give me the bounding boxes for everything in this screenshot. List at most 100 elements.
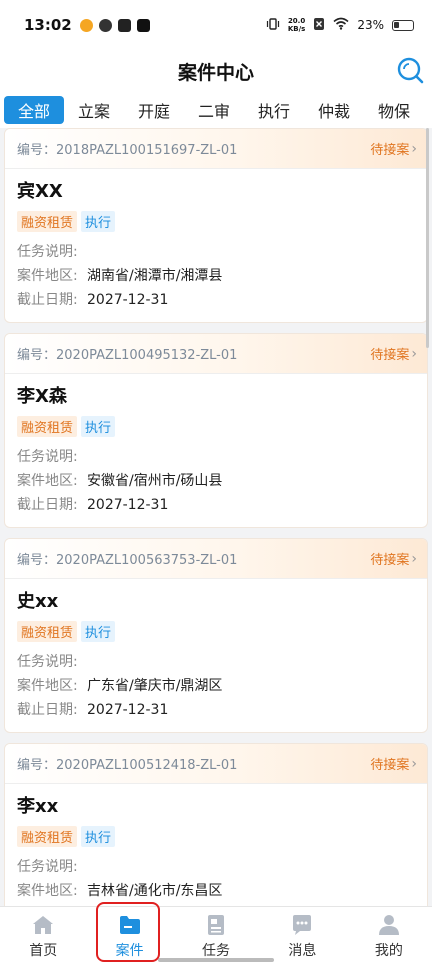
region-value: 湖南省/湘潭市/湘潭县 [87, 268, 223, 284]
status-app-icons [79, 18, 150, 32]
task-row: 任务说明: [17, 650, 415, 674]
tab-filing[interactable]: 立案 [64, 96, 124, 124]
nav-home[interactable]: 首页 [0, 907, 86, 964]
case-tags: 融资租赁 执行 [17, 621, 415, 642]
list-scrollbar[interactable] [426, 128, 429, 348]
case-status: 待接案 [370, 143, 410, 158]
region-label: 案件地区: [17, 678, 78, 694]
case-status-link[interactable]: 待接案 › [370, 139, 417, 159]
status-bar: 13:02 20.0 KB/s 23% [0, 0, 432, 50]
case-type-tag: 融资租赁 [17, 211, 78, 232]
tab-second-instance[interactable]: 二审 [184, 96, 244, 124]
tab-property-guarantee[interactable]: 物保 [364, 96, 424, 124]
weibo-icon [79, 18, 93, 32]
case-list[interactable]: 编号：2018PAZL100151697-ZL-01 待接案 › 宾XX 融资租… [0, 128, 432, 906]
deadline-value: 2027-12-31 [87, 292, 169, 308]
case-card-body: 宾XX 融资租赁 执行 任务说明: 案件地区: 湖南省/湘潭市/湘潭县 截止日期:… [5, 169, 427, 322]
case-status: 待接案 [370, 553, 410, 568]
deadline-value: 2027-12-31 [87, 497, 169, 513]
net-speed: 20.0 KB/s [288, 17, 305, 33]
nav-messages-label: 消息 [288, 943, 317, 959]
tab-execution[interactable]: 执行 [244, 96, 304, 124]
task-icon [208, 915, 225, 935]
case-card-header: 编号：2020PAZL100563753-ZL-01 待接案 › [5, 539, 427, 579]
home-indicator[interactable] [158, 958, 274, 962]
task-row: 任务说明: [17, 855, 415, 879]
case-card-body: 李X森 融资租赁 执行 任务说明: 案件地区: 安徽省/宿州市/砀山县 截止日期:… [5, 374, 427, 527]
case-tags: 融资租赁 执行 [17, 211, 415, 232]
bottom-nav: 首页 案件 任务 消息 我的 [0, 906, 432, 964]
region-value: 广东省/肇庆市/鼎湖区 [87, 678, 223, 694]
case-card[interactable]: 编号：2020PAZL100495132-ZL-01 待接案 › 李X森 融资租… [4, 333, 428, 528]
battery-icon [392, 19, 414, 31]
region-row: 案件地区: 广东省/肇庆市/鼎湖区 [17, 674, 415, 698]
case-status-link[interactable]: 待接案 › [370, 754, 417, 774]
case-stage-tag: 执行 [81, 826, 116, 847]
nav-profile[interactable]: 我的 [346, 907, 432, 964]
case-name: 宾XX [17, 181, 63, 202]
link-app-icon [98, 18, 112, 32]
nav-tasks[interactable]: 任务 [173, 907, 259, 964]
deadline-row: 截止日期: 2027-12-31 [17, 288, 415, 312]
tab-all[interactable]: 全部 [4, 96, 64, 124]
deadline-label: 截止日期: [17, 497, 78, 513]
chevron-right-icon: › [411, 755, 417, 772]
deadline-row: 截止日期: 2027-12-31 [17, 493, 415, 517]
case-status-link[interactable]: 待接案 › [370, 344, 417, 364]
deadline-label: 截止日期: [17, 702, 78, 718]
nav-profile-label: 我的 [374, 943, 403, 959]
case-card[interactable]: 编号：2020PAZL100563753-ZL-01 待接案 › 史xx 融资租… [4, 538, 428, 733]
mail-app-icon [117, 18, 131, 32]
case-tags: 融资租赁 执行 [17, 826, 415, 847]
case-card[interactable]: 编号：2020PAZL100512418-ZL-01 待接案 › 李xx 融资租… [4, 743, 428, 906]
case-type-tag: 融资租赁 [17, 826, 78, 847]
home-icon [33, 916, 54, 934]
case-number: 编号：2020PAZL100563753-ZL-01 [17, 553, 238, 568]
wifi-icon [333, 17, 349, 33]
nav-home-label: 首页 [29, 943, 58, 959]
case-card-body: 史xx 融资租赁 执行 任务说明: 案件地区: 广东省/肇庆市/鼎湖区 截止日期:… [5, 579, 427, 732]
case-card-header: 编号：2018PAZL100151697-ZL-01 待接案 › [5, 129, 427, 169]
case-type-tag: 融资租赁 [17, 621, 78, 642]
net-speed-unit: KB/s [287, 25, 306, 33]
case-card-body: 李xx 融资租赁 执行 任务说明: 案件地区:吉林省/通化市/东昌区 截止日期:… [5, 784, 427, 906]
chevron-right-icon: › [411, 550, 417, 567]
nav-messages[interactable]: 消息 [259, 907, 345, 964]
case-card-header: 编号：2020PAZL100495132-ZL-01 待接案 › [5, 334, 427, 374]
folder-icon [119, 916, 140, 934]
nav-cases[interactable]: 案件 [86, 907, 172, 964]
case-name: 李xx [17, 796, 59, 817]
chevron-right-icon: › [411, 345, 417, 362]
case-tags: 融资租赁 执行 [17, 416, 415, 437]
sim-x-icon [313, 17, 325, 34]
region-label: 案件地区: [17, 883, 78, 899]
case-stage-tag: 执行 [81, 211, 116, 232]
battery-percent: 23% [357, 18, 384, 32]
page-title: 案件中心 [177, 61, 254, 84]
case-status: 待接案 [370, 348, 410, 363]
tab-arbitration[interactable]: 仲裁 [304, 96, 364, 124]
case-name: 李X森 [17, 386, 67, 407]
region-label: 案件地区: [17, 473, 78, 489]
task-row: 任务说明: [17, 445, 415, 469]
region-label: 案件地区: [17, 268, 78, 284]
task-label: 任务说明: [17, 654, 78, 670]
search-icon [397, 57, 424, 84]
case-stage-tag: 执行 [81, 416, 116, 437]
message-icon [293, 915, 312, 935]
case-type-tag: 融资租赁 [17, 416, 78, 437]
vibrate-icon [266, 17, 280, 34]
search-button[interactable] [396, 54, 426, 88]
nav-cases-label: 案件 [115, 943, 144, 959]
case-stage-tag: 执行 [81, 621, 116, 642]
case-number: 编号：2020PAZL100495132-ZL-01 [17, 348, 238, 363]
case-card[interactable]: 编号：2018PAZL100151697-ZL-01 待接案 › 宾XX 融资租… [4, 128, 428, 323]
case-card-header: 编号：2020PAZL100512418-ZL-01 待接案 › [5, 744, 427, 784]
case-status-link[interactable]: 待接案 › [370, 549, 417, 569]
filter-tabs: 全部 立案 开庭 二审 执行 仲裁 物保 [0, 92, 432, 128]
deadline-row: 截止日期: 2027-12-31 [17, 698, 415, 722]
region-value: 安徽省/宿州市/砀山县 [87, 473, 223, 489]
deadline-value: 2027-12-31 [87, 702, 169, 718]
tab-hearing[interactable]: 开庭 [124, 96, 184, 124]
case-number: 编号：2020PAZL100512418-ZL-01 [17, 758, 238, 773]
